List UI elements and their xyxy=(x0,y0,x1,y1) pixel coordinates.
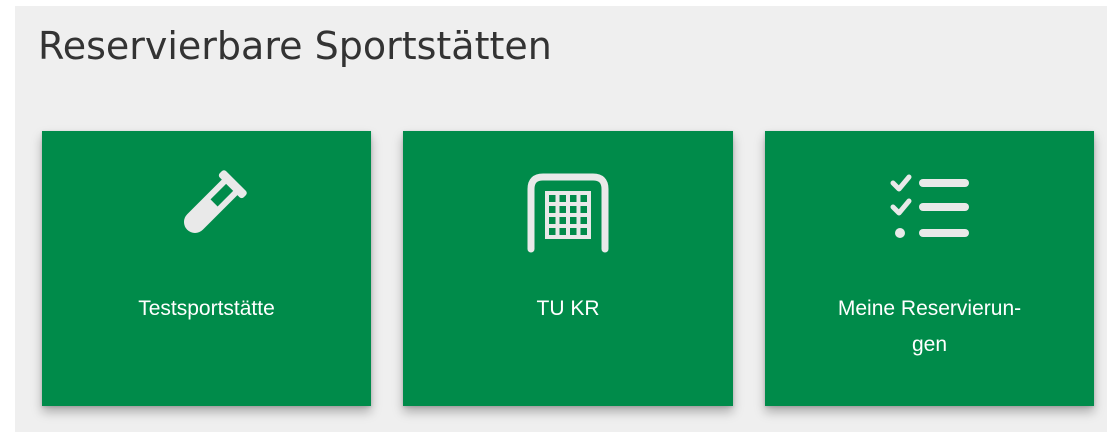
tile-label: Testsportstätte xyxy=(138,297,275,320)
checklist-icon xyxy=(890,174,969,238)
tile-label: TU KR xyxy=(536,297,600,320)
test-tube-icon xyxy=(183,170,247,234)
tile-testsportstaette[interactable]: Testsportstätte xyxy=(42,131,371,406)
tile-tu-kr[interactable]: TU KR xyxy=(403,131,733,406)
tile-label: Meine Reservierun- gen xyxy=(837,297,1022,356)
page-title: Reservierbare Sportstätten xyxy=(38,24,552,68)
goal-net-icon xyxy=(527,173,609,253)
tile-meine-reservierungen[interactable]: Meine Reservierun- gen xyxy=(765,131,1094,406)
